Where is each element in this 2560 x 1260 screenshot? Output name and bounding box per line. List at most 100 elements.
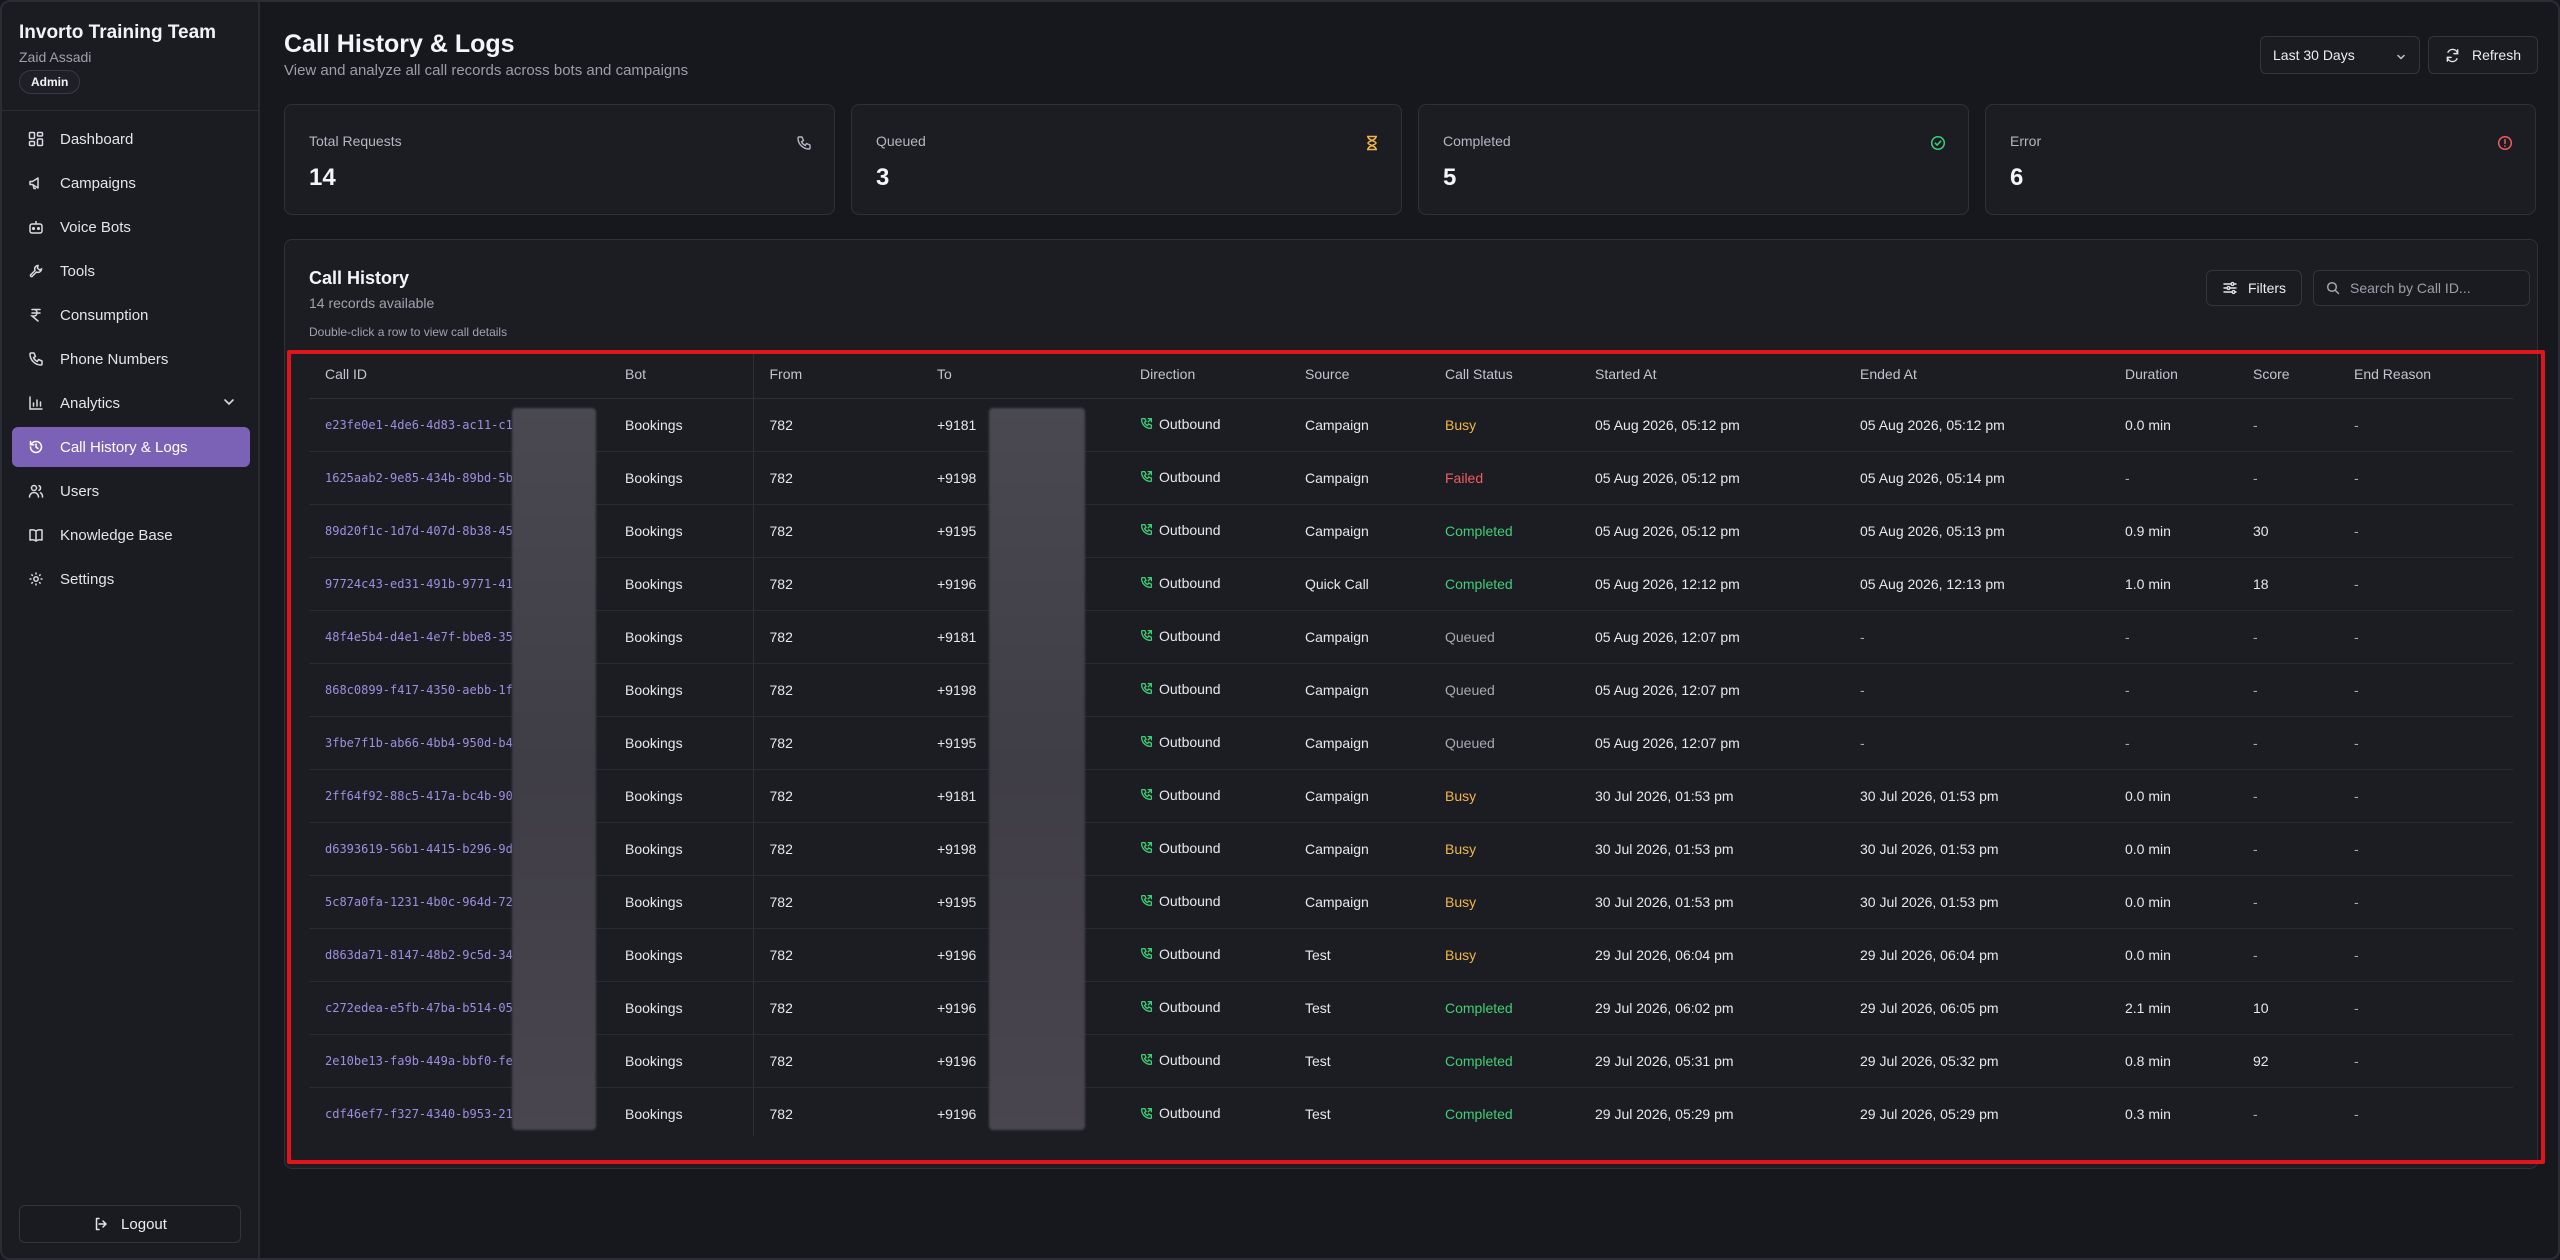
table-row[interactable]: 2e10be13-fa9b-449a-bbf0-fe9f14b7768b Book… <box>309 1034 2513 1088</box>
stat-label: Completed <box>1443 133 1511 149</box>
direction-value: Outbound <box>1140 1105 1221 1121</box>
team-name: Invorto Training Team <box>19 22 217 43</box>
cell-bot: Bookings <box>609 822 753 876</box>
table-row[interactable]: e23fe0e1-4de6-4d83-ac11-c169e6be946a Book… <box>309 398 2513 452</box>
date-range-select[interactable]: Last 30 Days <box>2260 36 2420 74</box>
cell-reason: - <box>2338 769 2513 823</box>
call-history-table-wrap: Call ID Bot From To Direction Source Cal… <box>309 350 2513 1136</box>
wrench-icon <box>27 262 45 280</box>
col-bot[interactable]: Bot <box>609 350 753 399</box>
refresh-label: Refresh <box>2471 47 2522 63</box>
cell-ended: 29 Jul 2026, 05:32 pm <box>1844 1034 2109 1088</box>
table-row[interactable]: 97724c43-ed31-491b-9771-41452d7f904d Book… <box>309 557 2513 611</box>
sidebar-item-dashboard[interactable]: Dashboard <box>12 119 250 159</box>
users-icon <box>27 482 45 500</box>
sidebar-item-label: Analytics <box>60 394 121 412</box>
cell-status: Busy <box>1429 928 1579 982</box>
search-box[interactable] <box>2313 270 2530 306</box>
cell-score: - <box>2237 398 2338 452</box>
chevron-down-icon[interactable] <box>222 395 236 413</box>
refresh-button[interactable]: Refresh <box>2428 36 2538 74</box>
stat-card-completed: Completed 5 <box>1418 104 1969 215</box>
sidebar-item-consumption[interactable]: Consumption <box>12 295 250 335</box>
cell-direction: Outbound <box>1124 398 1289 452</box>
sidebar-item-knowledge-base[interactable]: Knowledge Base <box>12 515 250 555</box>
cell-duration: 0.0 min <box>2109 398 2237 452</box>
records-count: 14 records available <box>309 295 435 311</box>
table-row[interactable]: 3fbe7f1b-ab66-4bb4-950d-b45226644f72 Book… <box>309 716 2513 770</box>
logout-button[interactable]: Logout <box>19 1205 241 1243</box>
sidebar-item-label: Call History & Logs <box>60 438 188 456</box>
col-started-at[interactable]: Started At <box>1579 350 1844 399</box>
table-row[interactable]: d863da71-8147-48b2-9c5d-34ac64f802f9 Book… <box>309 928 2513 982</box>
table-row[interactable]: cdf46ef7-f327-4340-b953-212586676a99 Book… <box>309 1087 2513 1136</box>
col-source[interactable]: Source <box>1289 350 1429 399</box>
cell-reason: - <box>2338 610 2513 664</box>
cell-started: 05 Aug 2026, 05:12 pm <box>1579 504 1844 558</box>
bot-icon <box>27 218 45 236</box>
cell-status: Completed <box>1445 1105 1513 1122</box>
filters-button[interactable]: Filters <box>2206 270 2302 306</box>
sidebar: Invorto Training Team Zaid Assadi Admin … <box>2 2 260 1258</box>
cell-from: 782 <box>752 1034 921 1088</box>
direction-value: Outbound <box>1140 946 1221 962</box>
cell-started: 05 Aug 2026, 12:07 pm <box>1579 610 1844 664</box>
sidebar-item-phone-numbers[interactable]: Phone Numbers <box>12 339 250 379</box>
search-input[interactable] <box>2350 280 2520 296</box>
sidebar-item-voice-bots[interactable]: Voice Bots <box>12 207 250 247</box>
table-row[interactable]: d6393619-56b1-4415-b296-9d6eaf67a9f6 Book… <box>309 822 2513 876</box>
table-row[interactable]: 1625aab2-9e85-434b-89bd-5bcb8c5109b8 Book… <box>309 451 2513 505</box>
cell-ended: 05 Aug 2026, 05:14 pm <box>1844 451 2109 505</box>
cell-score: - <box>2237 822 2338 876</box>
col-call-status[interactable]: Call Status <box>1429 350 1579 399</box>
col-direction[interactable]: Direction <box>1124 350 1289 399</box>
cell-reason: - <box>2338 1034 2513 1088</box>
cell-from: 782 <box>752 981 921 1035</box>
cell-reason: - <box>2338 663 2513 717</box>
cell-duration: - <box>2109 610 2237 664</box>
cell-reason: - <box>2338 981 2513 1035</box>
sidebar-item-call-history[interactable]: Call History & Logs <box>12 427 250 467</box>
sidebar-item-tools[interactable]: Tools <box>12 251 250 291</box>
sidebar-item-campaigns[interactable]: Campaigns <box>12 163 250 203</box>
cell-bot: Bookings <box>609 504 753 558</box>
col-end-reason[interactable]: End Reason <box>2338 350 2513 399</box>
cell-ended: 29 Jul 2026, 05:29 pm <box>1860 1105 1999 1122</box>
col-score[interactable]: Score <box>2237 350 2338 399</box>
gear-icon <box>27 570 45 588</box>
cell-started: 30 Jul 2026, 01:53 pm <box>1579 822 1844 876</box>
col-duration[interactable]: Duration <box>2109 350 2237 399</box>
cell-ended: 29 Jul 2026, 06:04 pm <box>1844 928 2109 982</box>
col-call-id[interactable]: Call ID <box>309 350 609 399</box>
role-badge: Admin <box>19 70 81 94</box>
cell-score: 30 <box>2237 504 2338 558</box>
sidebar-item-users[interactable]: Users <box>12 471 250 511</box>
cell-status: Completed <box>1429 981 1579 1035</box>
direction-label: Outbound <box>1159 627 1221 644</box>
cell-source: Campaign <box>1289 398 1429 452</box>
col-ended-at[interactable]: Ended At <box>1844 350 2109 399</box>
table-row[interactable]: 48f4e5b4-d4e1-4e7f-bbe8-35a865ac6d87 Book… <box>309 610 2513 664</box>
sidebar-item-settings[interactable]: Settings <box>12 559 250 599</box>
table-row[interactable]: 868c0899-f417-4350-aebb-1fa5d281fd9d Book… <box>309 663 2513 717</box>
sidebar-item-analytics[interactable]: Analytics <box>12 383 250 423</box>
cell-score: - <box>2237 716 2338 770</box>
cell-from: 782 <box>752 398 921 452</box>
cell-from: 782 <box>752 1087 921 1136</box>
table-row[interactable]: c272edea-e5fb-47ba-b514-05098bfee082 Book… <box>309 981 2513 1035</box>
col-to[interactable]: To <box>921 350 1124 399</box>
table-row[interactable]: 89d20f1c-1d7d-407d-8b38-45fcd518dfe8 Book… <box>309 504 2513 558</box>
col-from[interactable]: From <box>752 350 921 399</box>
table-row[interactable]: 2ff64f92-88c5-417a-bc4b-90c8c8bf6e0d Book… <box>309 769 2513 823</box>
cell-ended: - <box>1844 716 2109 770</box>
cell-from: 782 <box>752 769 921 823</box>
direction-value: Outbound <box>1140 575 1221 591</box>
cell-started: 05 Aug 2026, 12:07 pm <box>1579 716 1844 770</box>
cell-score: - <box>2237 928 2338 982</box>
table-row[interactable]: 5c87a0fa-1231-4b0c-964d-72cde800359f Book… <box>309 875 2513 929</box>
cell-direction: Outbound <box>1124 769 1289 823</box>
cell-ended: 30 Jul 2026, 01:53 pm <box>1844 875 2109 929</box>
stat-value: 6 <box>2010 164 2024 191</box>
cell-score: - <box>2237 769 2338 823</box>
cell-reason: - <box>2338 928 2513 982</box>
